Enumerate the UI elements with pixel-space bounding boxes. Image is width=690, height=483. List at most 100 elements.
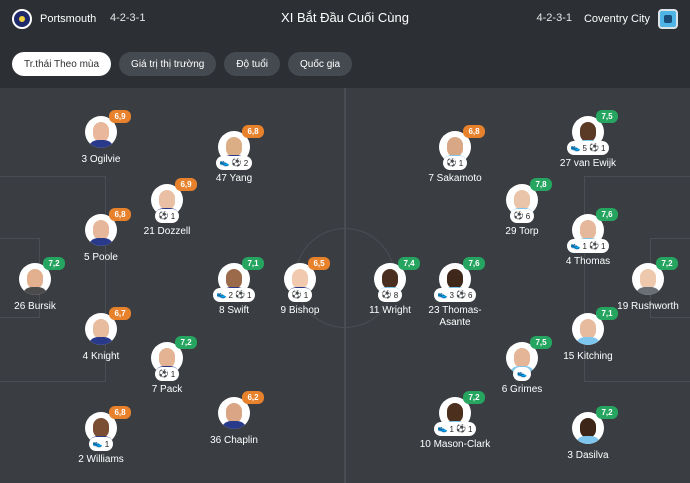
lineup-header: Portsmouth 4-2-3-1 XI Bắt Đầu Cuối Cùng … (0, 0, 690, 40)
event-count: 1 (600, 241, 606, 251)
ball-icon: ⚽ (235, 290, 245, 299)
tab-market-value[interactable]: Giá trị thị trường (119, 52, 217, 76)
player-card[interactable]: 6,5 ⚽ 1 9 Bishop (255, 257, 345, 317)
player-rating: 7,6 (463, 257, 485, 270)
player-name: 9 Bishop (280, 305, 320, 316)
player-rating: 7,2 (596, 406, 618, 419)
player-rating: 6,8 (109, 208, 131, 221)
player-events: 👟 1 ⚽ 1 (566, 239, 610, 253)
player-card[interactable]: 6,8 5 Poole (56, 208, 146, 264)
player-rating: 6,8 (463, 125, 485, 138)
event-count: 2 (243, 158, 249, 168)
player-card[interactable]: 7,6 👟 3 ⚽ 6 23 Thomas- Asante (410, 257, 500, 329)
away-team[interactable]: Coventry City (584, 9, 678, 29)
player-card[interactable]: 7,2 26 Bursik (0, 257, 80, 313)
event-count: 1 (600, 143, 606, 153)
player-card[interactable]: 6,9 3 Ogilvie (56, 110, 146, 166)
player-events: ⚽ 1 (154, 209, 180, 223)
player-events: 👟 2 ⚽ 1 (212, 288, 256, 302)
player-rating: 7,2 (43, 257, 65, 270)
ball-icon: ⚽ (456, 290, 466, 299)
coventry-crest-icon (658, 9, 678, 29)
player-card[interactable]: 6,2 36 Chaplin (189, 391, 279, 447)
boot-icon: 👟 (437, 424, 448, 433)
player-name: 29 Torp (505, 226, 539, 237)
player-name: 26 Bursik (14, 301, 56, 312)
event-count: 6 (525, 211, 531, 221)
player-name: 11 Wright (369, 305, 411, 316)
player-rating: 7,2 (175, 336, 197, 349)
player-events: ⚽ 1 (154, 367, 180, 381)
boot-icon: 👟 (517, 369, 527, 378)
event-count: 2 (228, 290, 233, 300)
event-count: 6 (467, 290, 473, 300)
event-count: 3 (449, 290, 454, 300)
player-events: ⚽ 1 (287, 288, 313, 302)
pitch: 6,9 3 Ogilvie 6,8 👟 ⚽ 2 47 Yang 6,9 ⚽ 1 … (0, 88, 690, 483)
player-events: ⚽ 8 (377, 288, 403, 302)
player-rating: 7,6 (596, 208, 618, 221)
player-events: ⚽ 6 (509, 209, 535, 223)
ball-icon: ⚽ (291, 290, 302, 299)
player-name: 8 Swift (218, 305, 249, 316)
player-name-line2: Asante (439, 317, 471, 328)
tab-season-stats[interactable]: Tr.thái Theo mùa (12, 52, 112, 76)
player-name: 21 Dozzell (143, 226, 191, 237)
boot-icon: 👟 (216, 290, 227, 299)
player-name: 3 Ogilvie (81, 154, 121, 165)
ball-icon: ⚽ (456, 424, 466, 433)
ball-icon: ⚽ (589, 241, 599, 250)
tab-age[interactable]: Độ tuổi (224, 52, 281, 76)
event-count: 1 (303, 290, 309, 300)
player-name: 2 Williams (78, 454, 124, 465)
player-events: 👟 ⚽ 2 (215, 156, 253, 170)
player-card[interactable]: 6,8 👟 ⚽ 2 47 Yang (189, 125, 279, 185)
player-name: 5 Poole (84, 252, 118, 263)
player-card[interactable]: 6,8 ⚽ 1 7 Sakamoto (410, 125, 500, 185)
player-name: 23 Thomas- (428, 305, 482, 316)
player-events: 👟 3 ⚽ 6 (433, 288, 477, 302)
player-name: 7 Pack (151, 384, 183, 395)
player-name: 36 Chaplin (210, 435, 258, 446)
boot-icon: 👟 (437, 290, 448, 299)
player-card[interactable]: 7,5 👟 5 ⚽ 1 27 van Ewijk (543, 110, 633, 170)
player-card[interactable]: 7,5 👟 6 Grimes (477, 336, 567, 396)
event-count: 1 (582, 241, 587, 251)
player-rating: 7,1 (596, 307, 618, 320)
player-rating: 6,7 (109, 307, 131, 320)
player-card[interactable]: 7,2 3 Dasilva (543, 406, 633, 462)
player-card[interactable]: 7,2 ⚽ 1 7 Pack (122, 336, 212, 396)
player-rating: 6,2 (242, 391, 264, 404)
ball-icon: ⚽ (158, 369, 169, 378)
player-rating: 7,2 (463, 391, 485, 404)
ball-icon: ⚽ (513, 211, 524, 220)
player-events: 👟 (513, 367, 531, 381)
player-card[interactable]: 7,6 👟 1 ⚽ 1 4 Thomas (543, 208, 633, 268)
event-count: 5 (582, 143, 587, 153)
event-count: 1 (170, 369, 176, 379)
player-rating: 6,9 (175, 178, 197, 191)
stat-tabs: Tr.thái Theo mùa Giá trị thị trường Độ t… (12, 52, 353, 76)
event-count: 8 (393, 290, 399, 300)
player-card[interactable]: 7,2 👟 1 ⚽ 1 10 Mason-Clark (410, 391, 500, 451)
ball-icon: ⚽ (158, 211, 169, 220)
player-name: 6 Grimes (501, 384, 543, 395)
boot-icon: 👟 (92, 439, 103, 448)
ball-icon: ⚽ (231, 158, 242, 167)
player-events: 👟 5 ⚽ 1 (566, 141, 610, 155)
player-events: 👟 1 (88, 437, 114, 451)
player-card[interactable]: 7,2 19 Rushworth (603, 257, 690, 313)
event-count: 1 (458, 158, 464, 168)
player-rating: 6,8 (109, 406, 131, 419)
player-card[interactable]: 6,8 👟 1 2 Williams (56, 406, 146, 466)
event-count: 1 (170, 211, 176, 221)
player-rating: 7,5 (530, 336, 552, 349)
player-events: ⚽ 1 (442, 156, 468, 170)
player-name: 7 Sakamoto (428, 173, 482, 184)
tab-nationality[interactable]: Quốc gia (288, 52, 353, 76)
player-rating: 7,5 (596, 110, 618, 123)
event-count: 1 (449, 424, 454, 434)
away-formation: 4-2-3-1 (536, 12, 572, 24)
boot-icon: 👟 (219, 158, 230, 167)
player-rating: 6,9 (109, 110, 131, 123)
